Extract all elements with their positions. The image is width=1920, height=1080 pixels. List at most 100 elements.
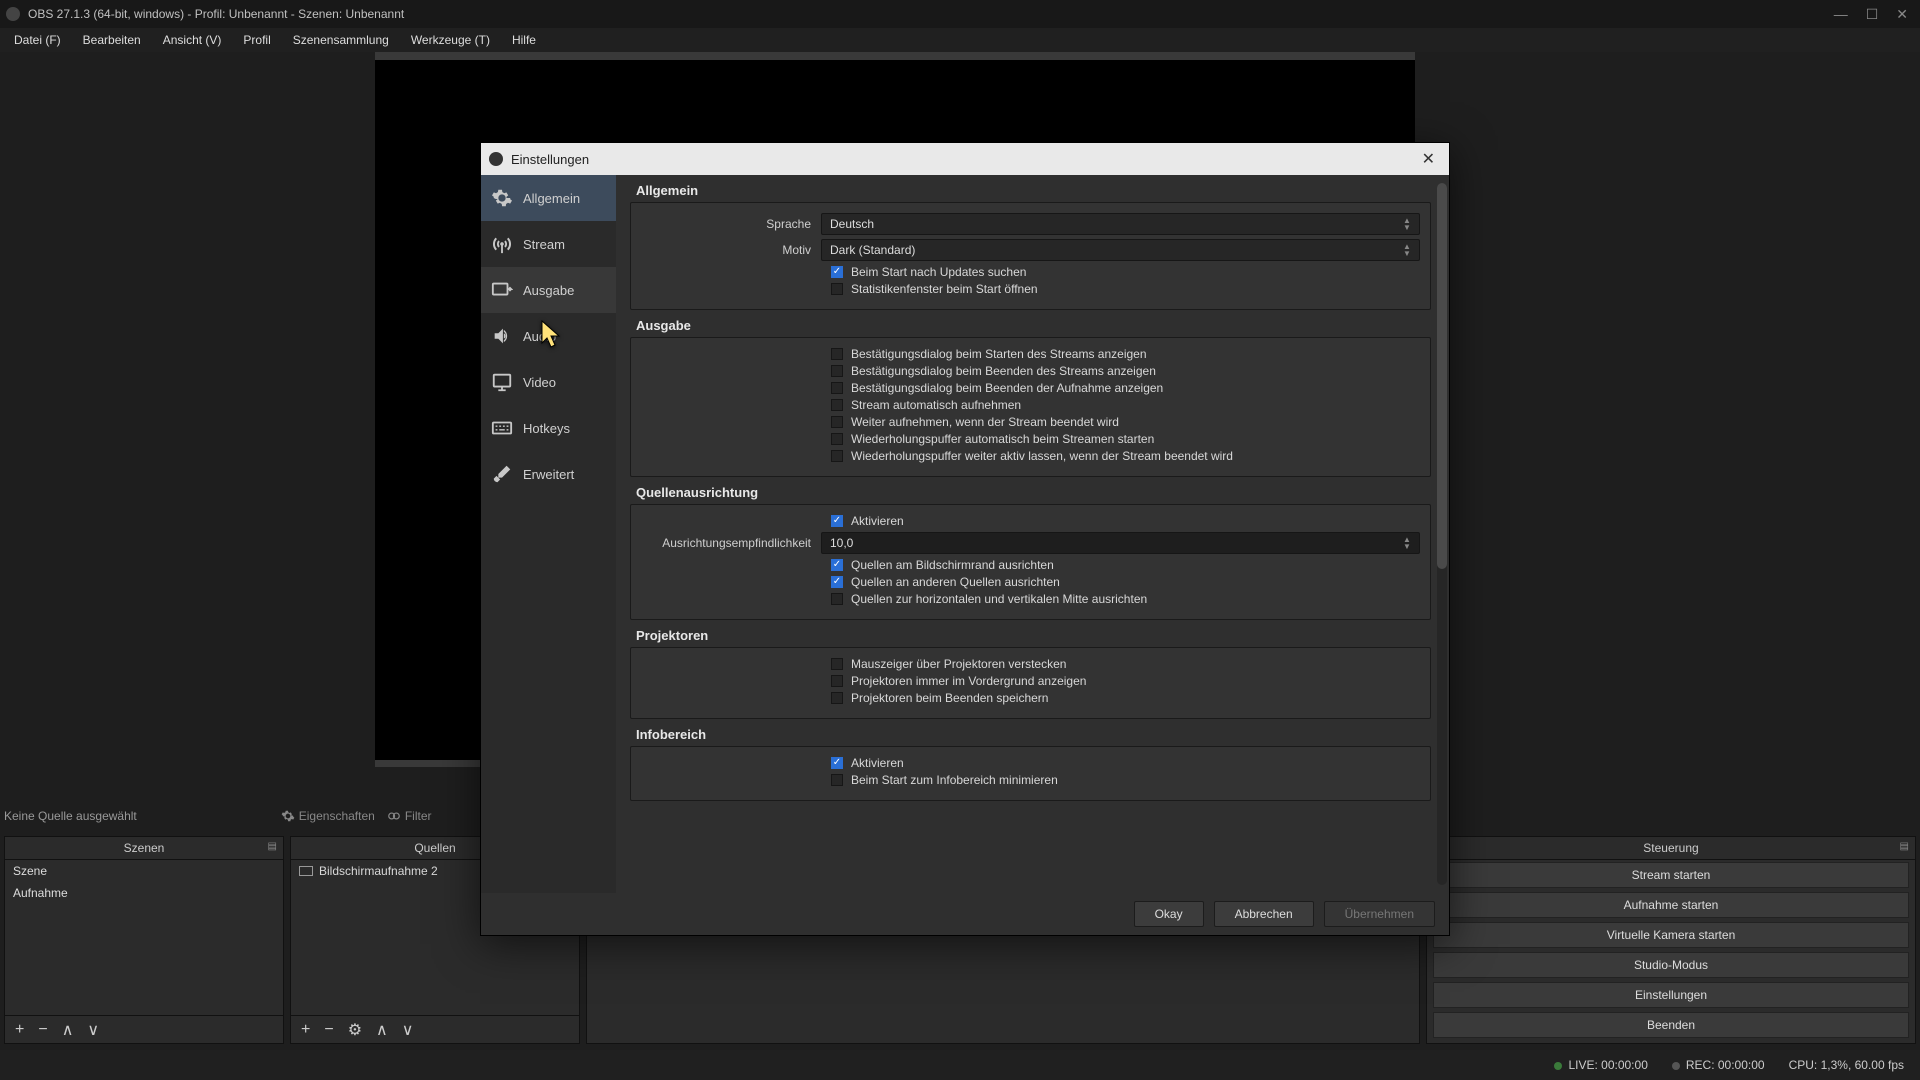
menu-edit[interactable]: Bearbeiten <box>73 30 151 50</box>
general-checkbox[interactable] <box>831 266 843 278</box>
scene-item[interactable]: Szene <box>5 860 283 882</box>
output-checkbox[interactable] <box>831 399 843 411</box>
controls-title: Steuerung <box>1643 841 1698 855</box>
output-checkbox-label: Bestätigungsdialog beim Starten des Stre… <box>851 347 1147 361</box>
general-checkbox[interactable] <box>831 283 843 295</box>
controls-dock: Steuerung ▤ Stream starten Aufnahme start… <box>1426 836 1916 1044</box>
settings-nav: Allgemein Stream Ausgabe Audio Video Hot… <box>481 175 616 893</box>
live-indicator-icon <box>1554 1062 1562 1070</box>
cancel-button[interactable]: Abbrechen <box>1214 901 1314 927</box>
projector-checkbox[interactable] <box>831 658 843 670</box>
start-stream-button[interactable]: Stream starten <box>1433 862 1909 888</box>
add-scene-button[interactable]: + <box>15 1021 24 1039</box>
remove-source-button[interactable]: − <box>324 1021 333 1039</box>
snap-sensitivity-input[interactable]: 10,0▲▼ <box>821 532 1420 554</box>
output-check-row: Wiederholungspuffer automatisch beim Str… <box>831 432 1420 446</box>
spinner-icon[interactable]: ▲▼ <box>1399 533 1415 553</box>
general-check-row: Beim Start nach Updates suchen <box>831 265 1420 279</box>
settings-button[interactable]: Einstellungen <box>1433 982 1909 1008</box>
add-source-button[interactable]: + <box>301 1021 310 1039</box>
source-settings-button[interactable]: ⚙ <box>348 1020 362 1040</box>
start-recording-button[interactable]: Aufnahme starten <box>1433 892 1909 918</box>
dialog-icon <box>489 152 503 166</box>
output-check-row: Bestätigungsdialog beim Beenden der Aufn… <box>831 381 1420 395</box>
section-title-projectors: Projektoren <box>636 628 1431 643</box>
nav-stream[interactable]: Stream <box>481 221 616 267</box>
snap-checkbox-label: Quellen am Bildschirmrand ausrichten <box>851 558 1054 572</box>
ok-button[interactable]: Okay <box>1134 901 1204 927</box>
projector-checkbox[interactable] <box>831 692 843 704</box>
settings-scrollbar[interactable] <box>1437 183 1447 885</box>
output-checkbox[interactable] <box>831 433 843 445</box>
window-titlebar: OBS 27.1.3 (64-bit, windows) - Profil: U… <box>0 0 1920 28</box>
dock-pin-icon[interactable]: ▤ <box>1900 841 1909 852</box>
projector-check-row: Projektoren beim Beenden speichern <box>831 691 1420 705</box>
output-icon <box>491 279 513 301</box>
nav-advanced[interactable]: Erweitert <box>481 451 616 497</box>
projector-checkbox-label: Mauszeiger über Projektoren verstecken <box>851 657 1066 671</box>
apply-button[interactable]: Übernehmen <box>1324 901 1435 927</box>
menu-profile[interactable]: Profil <box>233 30 280 50</box>
rec-status: REC: 00:00:00 <box>1686 1058 1765 1072</box>
snap-check-row: Quellen zur horizontalen und vertikalen … <box>831 592 1420 606</box>
exit-button[interactable]: Beenden <box>1433 1012 1909 1038</box>
dialog-title: Einstellungen <box>511 152 1416 167</box>
menu-tools[interactable]: Werkzeuge (T) <box>401 30 500 50</box>
output-check-row: Bestätigungsdialog beim Starten des Stre… <box>831 347 1420 361</box>
snap-checkbox[interactable] <box>831 593 843 605</box>
dock-pin-icon[interactable]: ▤ <box>268 841 277 852</box>
output-checkbox-label: Weiter aufnehmen, wenn der Stream beende… <box>851 415 1119 429</box>
start-virtual-cam-button[interactable]: Virtuelle Kamera starten <box>1433 922 1909 948</box>
menu-file[interactable]: Datei (F) <box>4 30 71 50</box>
snap-enable-checkbox[interactable] <box>831 515 843 527</box>
scenes-title: Szenen <box>124 841 165 855</box>
projector-checkbox-label: Projektoren immer im Vordergrund anzeige… <box>851 674 1086 688</box>
keyboard-icon <box>491 417 513 439</box>
studio-mode-button[interactable]: Studio-Modus <box>1433 952 1909 978</box>
maximize-button[interactable]: ☐ <box>1866 6 1879 23</box>
general-checkbox-label: Statistikenfenster beim Start öffnen <box>851 282 1038 296</box>
language-select[interactable]: Deutsch▲▼ <box>821 213 1420 235</box>
menu-help[interactable]: Hilfe <box>502 30 546 50</box>
nav-audio[interactable]: Audio <box>481 313 616 359</box>
snap-checkbox[interactable] <box>831 559 843 571</box>
output-checkbox[interactable] <box>831 348 843 360</box>
nav-output[interactable]: Ausgabe <box>481 267 616 313</box>
section-title-snap: Quellenausrichtung <box>636 485 1431 500</box>
snap-checkbox[interactable] <box>831 576 843 588</box>
remove-scene-button[interactable]: − <box>38 1021 47 1039</box>
live-status: LIVE: 00:00:00 <box>1568 1058 1647 1072</box>
output-checkbox[interactable] <box>831 416 843 428</box>
nav-general[interactable]: Allgemein <box>481 175 616 221</box>
output-checkbox-label: Stream automatisch aufnehmen <box>851 398 1021 412</box>
nav-video[interactable]: Video <box>481 359 616 405</box>
projector-checkbox-label: Projektoren beim Beenden speichern <box>851 691 1048 705</box>
output-check-row: Wiederholungspuffer weiter aktiv lassen,… <box>831 449 1420 463</box>
menu-scene-collection[interactable]: Szenensammlung <box>283 30 399 50</box>
scene-down-button[interactable]: ∨ <box>87 1020 99 1040</box>
tray-checkbox[interactable] <box>831 757 843 769</box>
properties-button[interactable]: Eigenschaften <box>281 809 375 823</box>
tray-checkbox[interactable] <box>831 774 843 786</box>
output-checkbox[interactable] <box>831 382 843 394</box>
scrollbar-thumb[interactable] <box>1437 183 1447 569</box>
scene-item[interactable]: Aufnahme <box>5 882 283 904</box>
scenes-dock: Szenen ▤ Szene Aufnahme + − ∧ ∨ <box>4 836 284 1044</box>
minimize-button[interactable]: — <box>1834 6 1848 23</box>
dialog-close-button[interactable]: ✕ <box>1416 149 1441 169</box>
projector-check-row: Projektoren immer im Vordergrund anzeige… <box>831 674 1420 688</box>
gear-icon <box>491 187 513 209</box>
close-button[interactable]: ✕ <box>1896 6 1908 23</box>
projector-checkbox[interactable] <box>831 675 843 687</box>
source-toolbar: Keine Quelle ausgewählt Eigenschaften Fi… <box>0 802 432 830</box>
display-capture-icon <box>299 866 313 876</box>
output-checkbox[interactable] <box>831 365 843 377</box>
source-down-button[interactable]: ∨ <box>402 1020 414 1040</box>
output-checkbox[interactable] <box>831 450 843 462</box>
theme-select[interactable]: Dark (Standard)▲▼ <box>821 239 1420 261</box>
scene-up-button[interactable]: ∧ <box>62 1020 74 1040</box>
nav-hotkeys[interactable]: Hotkeys <box>481 405 616 451</box>
menu-view[interactable]: Ansicht (V) <box>153 30 232 50</box>
source-up-button[interactable]: ∧ <box>376 1020 388 1040</box>
filter-button[interactable]: Filter <box>387 809 432 823</box>
